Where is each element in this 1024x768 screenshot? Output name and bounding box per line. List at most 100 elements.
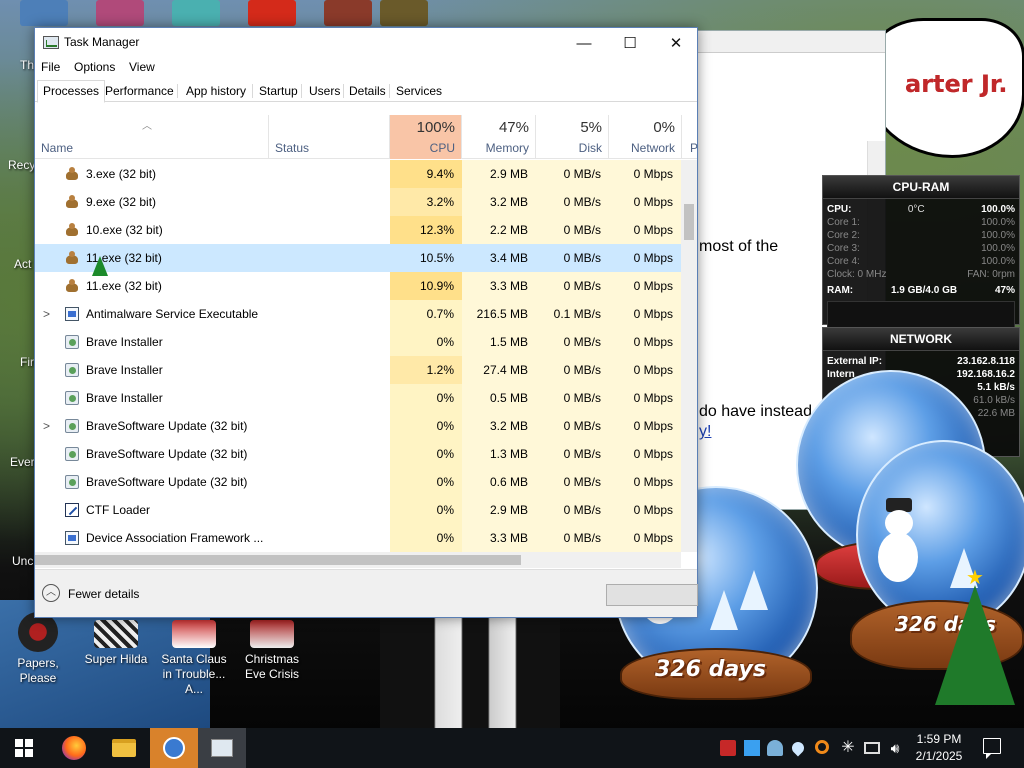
background-text: most of the	[699, 238, 779, 255]
core-label: Core 1:	[827, 217, 860, 228]
process-row[interactable]: > BraveSoftware Update (32 bit) 0% 3.2 MB 0 …	[35, 412, 681, 440]
poop-icon	[65, 195, 79, 209]
taskbar-file-explorer[interactable]	[100, 728, 148, 768]
taskbar-firefox[interactable]	[50, 728, 98, 768]
process-row[interactable]: BraveSoftware Update (32 bit) 0% 0.6 MB 0 M…	[35, 468, 681, 496]
header-cpu[interactable]: 100% CPU	[390, 115, 462, 159]
tab-app-history[interactable]: App history	[180, 80, 252, 102]
end-task-button[interactable]	[606, 584, 698, 606]
desktop-icon-thumb[interactable]	[248, 0, 296, 26]
process-row[interactable]: CTF Loader 0% 2.9 MB 0 MB/s 0 Mbps	[35, 496, 681, 524]
process-row[interactable]: Brave Installer 0% 0.5 MB 0 MB/s 0 Mbps	[35, 384, 681, 412]
desktop-icon-label[interactable]: Fir	[20, 355, 34, 369]
tab-processes[interactable]: Processes	[37, 80, 106, 103]
taskbar: ✳ 🔊︎ 1:59 PM 2/1/2025	[0, 728, 1024, 768]
taskbar-task-manager[interactable]	[198, 728, 246, 768]
external-ip-label: External IP:	[827, 356, 883, 367]
memory-value: 3.4 MB	[489, 251, 528, 265]
disk-value: 0 MB/s	[536, 496, 609, 524]
network-icon[interactable]	[864, 742, 880, 754]
fewer-details-link[interactable]: Fewer details	[68, 587, 139, 601]
desktop-icon-thumb[interactable]	[96, 0, 144, 26]
header-status[interactable]: Status	[269, 115, 390, 159]
desktop-icon-super-hilda[interactable]: Super Hilda	[78, 620, 154, 667]
process-row[interactable]: 9.exe (32 bit) 3.2% 3.2 MB 0 MB/s 0 Mbps	[35, 188, 681, 216]
tab-services[interactable]: Services	[390, 80, 448, 102]
background-link[interactable]: y!	[699, 423, 711, 441]
task-manager-window[interactable]: Task Manager — ☐ ✕ File Options View Pro…	[34, 27, 698, 618]
ctf-loader-icon	[65, 503, 79, 517]
scrollbar-thumb[interactable]	[35, 555, 521, 565]
core-label: Core 3:	[827, 243, 860, 254]
tab-users[interactable]: Users	[303, 80, 346, 102]
menu-options[interactable]: Options	[74, 60, 115, 74]
desktop-icon-christmas-eve-crisis[interactable]: Christmas Eve Crisis	[234, 620, 310, 682]
desktop-icon-label: Santa Claus in Trouble... A...	[161, 652, 227, 696]
desktop-icon-papers-please[interactable]: Papers, Please	[0, 612, 76, 686]
user-network-icon[interactable]	[767, 740, 783, 756]
maximize-button[interactable]: ☐	[607, 28, 653, 58]
blue-square-icon[interactable]	[744, 740, 760, 756]
minimize-button[interactable]: —	[561, 28, 607, 58]
expand-chevron-icon[interactable]: >	[43, 412, 50, 440]
desktop-icon-label[interactable]: Ever	[10, 455, 35, 469]
cpu-ram-gadget[interactable]: CPU-RAM CPU: 0°C 100.0% Core 1: 100.0% Co…	[822, 175, 1020, 331]
magnifier-icon[interactable]	[815, 740, 829, 754]
process-row[interactable]: 11.exe (32 bit) 10.9% 3.3 MB 0 MB/s 0 Mbps	[35, 272, 681, 300]
desktop-icon-label[interactable]: Act	[14, 257, 31, 271]
desktop-icon-thumb[interactable]	[20, 0, 68, 26]
network-value: 0 Mbps	[609, 188, 681, 216]
chevron-up-icon[interactable]: ︿	[42, 584, 60, 602]
desktop-icon-label[interactable]: Recy	[8, 158, 35, 172]
menu-view[interactable]: View	[129, 60, 155, 74]
desktop-icon-label[interactable]: Th	[20, 58, 34, 72]
tab-performance[interactable]: Performance	[99, 80, 180, 102]
security-alert-icon[interactable]	[720, 740, 736, 756]
folder-icon	[112, 739, 136, 757]
process-row[interactable]: Brave Installer 1.2% 27.4 MB 0 MB/s 0 Mbps	[35, 356, 681, 384]
header-disk[interactable]: 5% Disk	[536, 115, 609, 159]
vertical-scrollbar[interactable]	[681, 160, 697, 552]
network-value: 0 Mbps	[609, 328, 681, 356]
memory-value: 27.4 MB	[462, 356, 536, 384]
notification-center-icon[interactable]	[983, 738, 1001, 759]
process-row[interactable]: BraveSoftware Update (32 bit) 0% 1.3 MB 0 M…	[35, 440, 681, 468]
system-clock[interactable]: 1:59 PM 2/1/2025	[904, 731, 974, 765]
process-row[interactable]: 10.exe (32 bit) 12.3% 2.2 MB 0 MB/s 0 Mbps	[35, 216, 681, 244]
scrollbar-thumb[interactable]	[684, 204, 694, 240]
tab-details[interactable]: Details	[343, 80, 392, 102]
expand-chevron-icon[interactable]: >	[43, 300, 50, 328]
clock-time: 1:59 PM	[916, 732, 962, 746]
process-list[interactable]: 3.exe (32 bit) 9.4% 2.9 MB 0 MB/s 0 Mbps 9.ex…	[35, 160, 681, 552]
horizontal-scrollbar[interactable]	[35, 552, 681, 568]
firefox-icon	[62, 736, 86, 760]
close-button[interactable]: ✕	[653, 28, 699, 58]
tree-icon	[740, 570, 768, 610]
header-power[interactable]: P	[682, 115, 698, 159]
desktop-icon-thumb[interactable]	[380, 0, 428, 26]
header-memory[interactable]: 47% Memory	[462, 115, 536, 159]
header-name[interactable]: ︿ Name	[35, 115, 269, 159]
tab-startup[interactable]: Startup	[253, 80, 304, 102]
installer-icon	[65, 447, 79, 461]
process-row[interactable]: 3.exe (32 bit) 9.4% 2.9 MB 0 MB/s 0 Mbps	[35, 160, 681, 188]
menu-file[interactable]: File	[41, 60, 60, 74]
snowflake-icon[interactable]: ✳	[840, 740, 856, 756]
process-row[interactable]: 11.exe (32 bit) 10.5% 3.4 MB 0 MB/s 0 Mbps	[35, 244, 681, 272]
background-window-titlebar[interactable]	[691, 31, 885, 53]
start-button[interactable]	[0, 728, 48, 768]
desktop-icon-thumb[interactable]	[172, 0, 220, 26]
cpu-value: 1.2%	[390, 356, 462, 384]
desktop-icon-label[interactable]: Unc	[12, 554, 33, 568]
process-row[interactable]: Brave Installer 0% 1.5 MB 0 MB/s 0 Mbps	[35, 328, 681, 356]
santa-claus-icon	[172, 620, 216, 648]
process-row[interactable]: > Antimalware Service Executable 0.7% 216.5…	[35, 300, 681, 328]
volume-icon[interactable]: 🔊︎	[887, 740, 903, 756]
droplet-icon[interactable]	[789, 739, 807, 757]
desktop-icon-santa-claus[interactable]: Santa Claus in Trouble... A...	[156, 620, 232, 697]
title-bar[interactable]: Task Manager — ☐ ✕	[35, 28, 697, 58]
taskbar-app-flashing[interactable]	[150, 728, 198, 768]
header-network[interactable]: 0% Network	[609, 115, 682, 159]
process-row[interactable]: Device Association Framework ... 0% 3.3 MB…	[35, 524, 681, 552]
desktop-icon-thumb[interactable]	[324, 0, 372, 26]
